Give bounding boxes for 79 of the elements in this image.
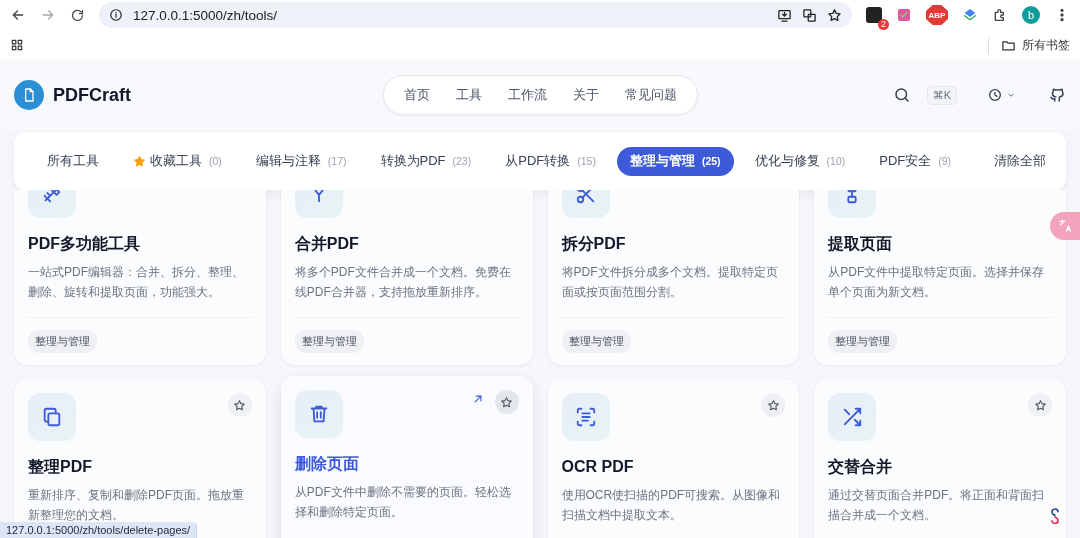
translate-icon [1057, 218, 1073, 234]
tool-title: 删除页面 [294, 454, 360, 474]
tool-description: 将PDF文件拆分成多个文档。提取特定页面或按页面范围分割。 [561, 264, 779, 301]
address-bar[interactable]: 127.0.0.1:5000/zh/tools/ [99, 2, 852, 28]
tool-card[interactable]: 拆分PDF 将PDF文件拆分成多个文档。提取特定页面或按页面范围分割。 整理与管理 [547, 190, 800, 365]
filter-tab[interactable]: 所有工具 [34, 146, 112, 176]
tool-description: 从PDF文件中提取特定页面。选择并保存单个页面为新文档。 [828, 264, 1046, 301]
tool-title: 拆分PDF [561, 234, 627, 254]
star-icon [827, 7, 842, 23]
forward-icon [40, 7, 56, 23]
extension-icon[interactable] [866, 7, 882, 23]
favorite-button[interactable] [1028, 393, 1052, 417]
notification-badge: 2 [878, 19, 889, 30]
category-tag: 整理与管理 [28, 330, 97, 353]
tool-card[interactable]: PDF多功能工具 一站式PDF编辑器：合并、拆分、整理、删除、旋转和提取页面，功能强大。 整理与管理 [14, 190, 266, 365]
nav-link[interactable]: 工作流 [497, 82, 557, 108]
back-icon [10, 7, 26, 23]
star-icon [766, 398, 780, 412]
adblock-icon[interactable]: ABP [926, 5, 948, 25]
star-icon [500, 395, 513, 409]
filter-tab[interactable]: PDF安全 (9) [866, 146, 965, 176]
favorite-button[interactable] [227, 393, 252, 417]
extension-icon[interactable] [962, 7, 978, 23]
cat-icon[interactable] [1048, 86, 1066, 104]
filter-tab[interactable]: 编辑与注释 (17) [242, 146, 360, 176]
status-url: 127.0.0.1:5000/zh/tools/delete-pages/ [0, 522, 198, 538]
shortcut-key: ⌘K [926, 85, 957, 105]
filter-tab[interactable]: 收藏工具 (0) [120, 146, 235, 176]
filter-tab[interactable]: 优化与修复 (10) [741, 146, 859, 176]
filter-tab[interactable]: 转换为PDF (23) [367, 146, 485, 176]
tool-description: 将多个PDF文件合并成一个文档。免费在线PDF合并器，支持拖放重新排序。 [294, 264, 512, 301]
tool-description: 使用OCR使扫描的PDF可搜索。从图像和扫描文档中提取文本。 [561, 487, 782, 524]
scissors-icon [574, 190, 597, 205]
star-icon [1033, 398, 1047, 412]
search-icon[interactable] [892, 86, 911, 104]
extension-icon[interactable] [896, 7, 912, 23]
tool-title: 整理PDF [28, 457, 93, 477]
nav-link[interactable]: 首页 [393, 82, 440, 108]
tool-title: PDF多功能工具 [28, 234, 141, 254]
install-icon [777, 7, 792, 23]
apps-icon[interactable] [10, 38, 24, 52]
tool-card[interactable]: 合并PDF 将多个PDF文件合并成一个文档。免费在线PDF合并器，支持拖放重新排序。 整理与管理 [280, 190, 533, 365]
filter-tab[interactable]: 从PDF转换 (15) [492, 146, 609, 176]
tool-card[interactable]: 提取页面 从PDF文件中提取特定页面。选择并保存单个页面为新文档。 整理与管理 [814, 190, 1066, 365]
favorite-button[interactable] [761, 393, 786, 417]
copy-icon [41, 406, 63, 428]
nav-link[interactable]: 关于 [562, 82, 609, 108]
reload-icon [70, 7, 85, 23]
nav-link[interactable]: 常见问题 [614, 82, 687, 108]
scan-text-icon [574, 406, 597, 428]
tool-card[interactable]: 交替合并 通过交替页面合并PDF。将正面和背面扫描合并成一个文档。 [814, 379, 1066, 538]
history-button[interactable] [987, 87, 1016, 103]
tool-card[interactable]: 删除页面 从PDF文件中删除不需要的页面。轻松选择和删除特定页面。 [280, 376, 533, 538]
favorite-button[interactable] [494, 390, 519, 414]
category-tag: 整理与管理 [561, 330, 631, 353]
tool-description: 通过交替页面合并PDF。将正面和背面扫描合并成一个文档。 [828, 487, 1046, 524]
brand-name: PDFCraft [53, 84, 131, 106]
info-icon [109, 8, 123, 22]
tool-description: 重新排序、复制和删除PDF页面。拖放重新整理您的文档。 [28, 487, 245, 524]
clear-all-button[interactable]: 清除全部 [990, 146, 1050, 176]
filter-tab[interactable]: 整理与管理 (25) [616, 146, 734, 176]
shuffle-icon [841, 406, 864, 428]
logo-icon[interactable] [14, 80, 44, 110]
tool-title: OCR PDF [561, 457, 635, 477]
clock-icon [987, 87, 1003, 103]
tool-description: 一站式PDF编辑器：合并、拆分、整理、删除、旋转和提取页面，功能强大。 [28, 264, 245, 301]
star-icon [233, 398, 247, 412]
category-tag: 整理与管理 [828, 330, 898, 353]
tool-title: 提取页面 [828, 234, 894, 254]
tool-title: 合并PDF [294, 234, 360, 254]
category-tag: 整理与管理 [294, 330, 364, 353]
bookmarks-folder[interactable]: 所有书签 [988, 36, 1070, 54]
tool-card[interactable]: OCR PDF 使用OCR使扫描的PDF可搜索。从图像和扫描文档中提取文本。 [547, 379, 800, 538]
nav-link[interactable]: 工具 [445, 82, 492, 108]
tool-description: 从PDF文件中删除不需要的页面。轻松选择和删除特定页面。 [294, 484, 512, 521]
star-icon [133, 154, 146, 168]
tool-title: 交替合并 [828, 457, 894, 477]
translate-icon [802, 7, 817, 23]
url-text: 127.0.0.1:5000/zh/tools/ [133, 7, 278, 23]
